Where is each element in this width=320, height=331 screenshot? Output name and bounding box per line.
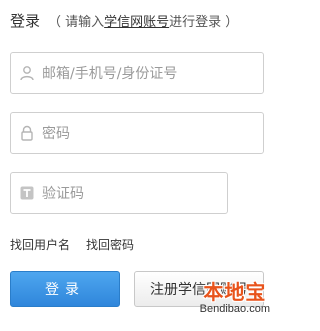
- password-placeholder: 密码: [42, 126, 70, 142]
- captcha-field[interactable]: 验证码: [10, 172, 228, 214]
- password-field[interactable]: 密码: [10, 112, 264, 154]
- lock-icon: [18, 124, 36, 142]
- user-icon: [18, 64, 36, 82]
- find-password-link[interactable]: 找回密码: [86, 236, 134, 253]
- username-field[interactable]: 邮箱/手机号/身份证号: [10, 52, 264, 94]
- captcha-icon: [18, 184, 36, 202]
- header: 登录 （ 请输入 学信网账号 进行登录 ）: [10, 10, 238, 34]
- recovery-links: 找回用户名 找回密码: [10, 236, 134, 253]
- find-username-link[interactable]: 找回用户名: [10, 236, 70, 253]
- login-button[interactable]: 登录: [10, 271, 120, 307]
- username-placeholder: 邮箱/手机号/身份证号: [42, 66, 178, 82]
- register-button[interactable]: 注册学信网账号: [134, 271, 264, 307]
- subtitle: （ 请输入 学信网账号 进行登录 ）: [48, 11, 238, 30]
- page-title: 登录: [10, 12, 41, 30]
- subtitle-prefix: （ 请输入: [48, 15, 105, 30]
- subtitle-suffix: 进行登录 ）: [169, 15, 239, 30]
- captcha-placeholder: 验证码: [42, 186, 84, 202]
- xuexin-account-link[interactable]: 学信网账号: [104, 11, 169, 30]
